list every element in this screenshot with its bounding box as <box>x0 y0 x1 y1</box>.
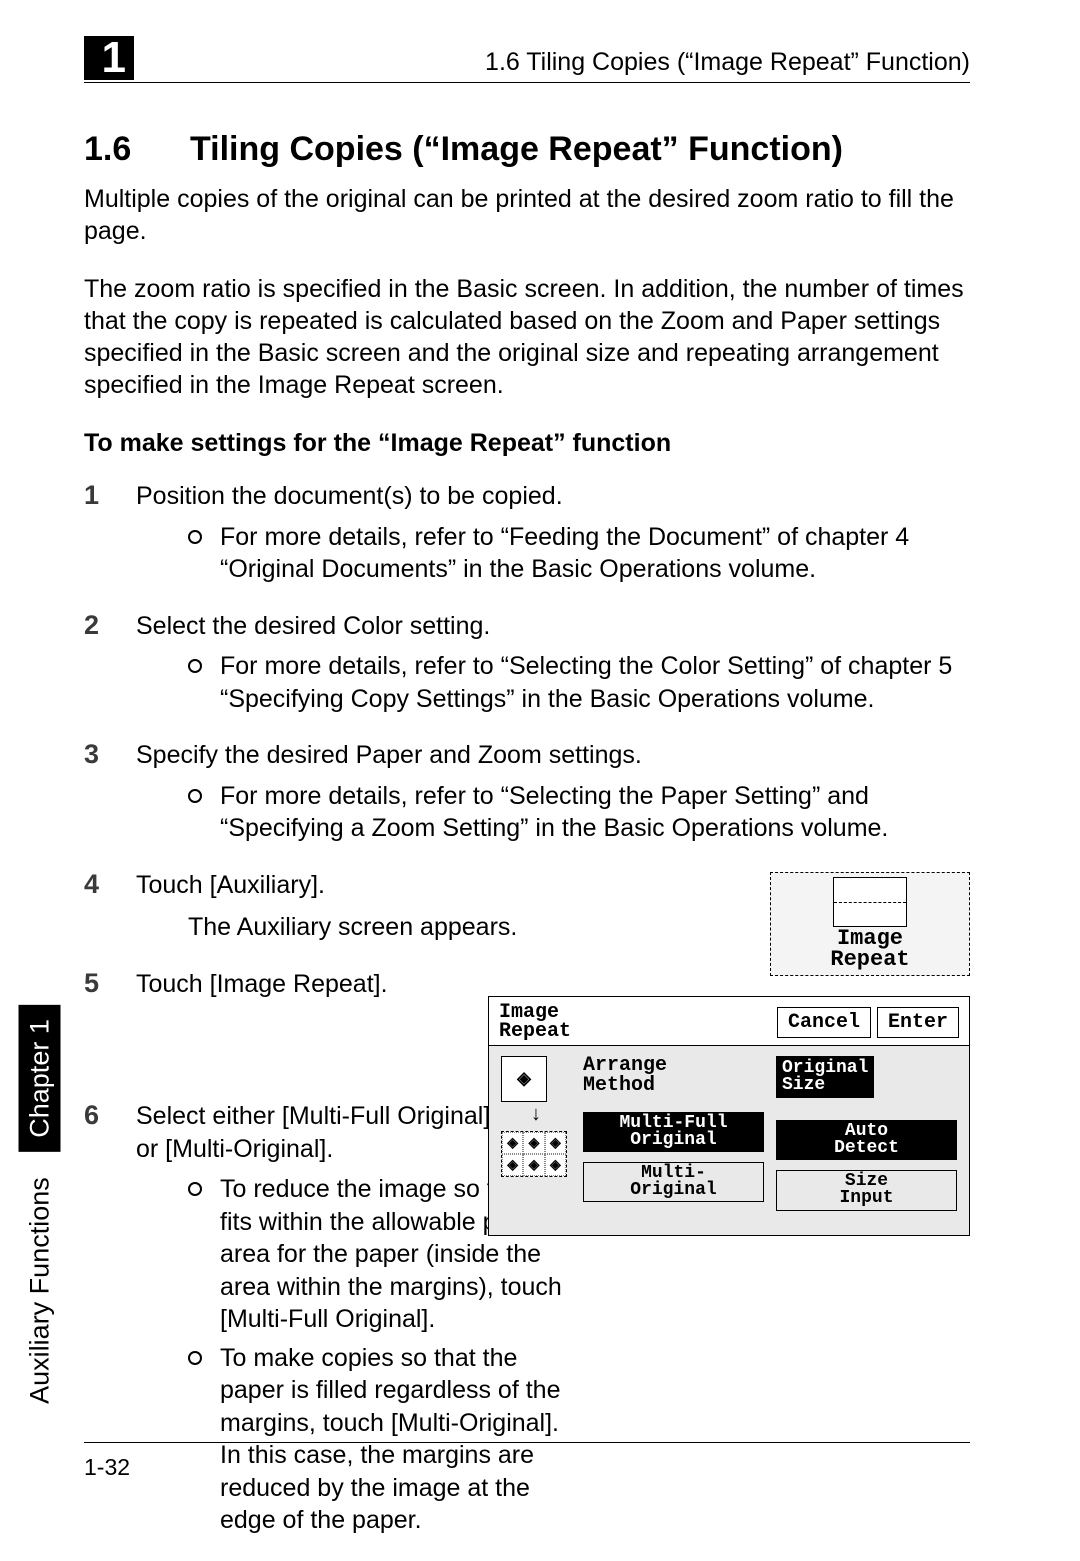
preview-thumbnails: ◈ ↓ ◈◈◈ ◈◈◈ <box>501 1056 571 1221</box>
step-item: Specify the desired Paper and Zoom setti… <box>84 739 970 845</box>
side-label: Auxiliary Functions Chapter 1 <box>16 520 64 1220</box>
arrange-method-label: Arrange Method <box>583 1056 764 1096</box>
step-item: Position the document(s) to be copied. F… <box>84 480 970 586</box>
image-repeat-button-label: Image Repeat <box>775 929 965 971</box>
image-repeat-button-figure: Image Repeat <box>770 872 970 976</box>
image-repeat-icon <box>833 877 907 927</box>
step-text: Touch [Image Repeat]. <box>136 970 388 998</box>
multi-full-original-button[interactable]: Multi-Full Original <box>583 1112 764 1152</box>
footer-rule <box>84 1442 970 1443</box>
step-bullet: For more details, refer to “Selecting th… <box>136 780 970 845</box>
page-number: 1-32 <box>84 1454 130 1481</box>
step-text: Specify the desired Paper and Zoom setti… <box>136 741 642 769</box>
running-header: 1.6 Tiling Copies (“Image Repeat” Functi… <box>485 48 970 77</box>
tiled-preview-icon: ◈◈◈ ◈◈◈ <box>501 1131 567 1177</box>
original-size-header: Original Size <box>776 1056 874 1098</box>
procedure-heading: To make settings for the “Image Repeat” … <box>84 429 970 458</box>
image-repeat-button[interactable]: Image Repeat <box>770 872 970 976</box>
section-number: 1.6 <box>84 130 190 169</box>
section-title: Tiling Copies (“Image Repeat” Function) <box>190 130 843 168</box>
panel-title: Image Repeat <box>499 1003 571 1041</box>
intro-paragraph: The zoom ratio is specified in the Basic… <box>84 273 970 401</box>
multi-original-button[interactable]: Multi- Original <box>583 1162 764 1202</box>
arrow-down-icon: ↓ <box>501 1104 571 1127</box>
step-bullet: To make copies so that the paper is fill… <box>136 1342 566 1537</box>
step-bullet: For more details, refer to “Selecting th… <box>136 650 970 715</box>
step-text: Position the document(s) to be copied. <box>136 482 563 510</box>
section-heading: 1.6Tiling Copies (“Image Repeat” Functio… <box>84 130 970 169</box>
auto-detect-button[interactable]: Auto Detect <box>776 1120 957 1160</box>
enter-button[interactable]: Enter <box>877 1007 959 1038</box>
intro-paragraph: Multiple copies of the original can be p… <box>84 183 970 247</box>
header-rule <box>84 82 970 83</box>
chapter-tab: 1 <box>84 36 134 80</box>
image-repeat-screen: Image Repeat Cancel Enter ◈ ↓ ◈◈◈ ◈◈◈ Ar… <box>488 996 970 1236</box>
single-original-icon: ◈ <box>501 1056 547 1102</box>
step-text: Select the desired Color setting. <box>136 612 490 640</box>
step-bullet: For more details, refer to “Feeding the … <box>136 521 970 586</box>
size-input-button[interactable]: Size Input <box>776 1170 957 1210</box>
step-text: Select either [Multi-Full Original] or [… <box>136 1100 516 1165</box>
step-item: Select the desired Color setting. For mo… <box>84 610 970 716</box>
cancel-button[interactable]: Cancel <box>777 1007 871 1038</box>
side-chapter-chip: Chapter 1 <box>19 1005 61 1152</box>
step-text: Touch [Auxiliary]. <box>136 871 325 899</box>
side-aux-text: Auxiliary Functions <box>25 1177 55 1404</box>
